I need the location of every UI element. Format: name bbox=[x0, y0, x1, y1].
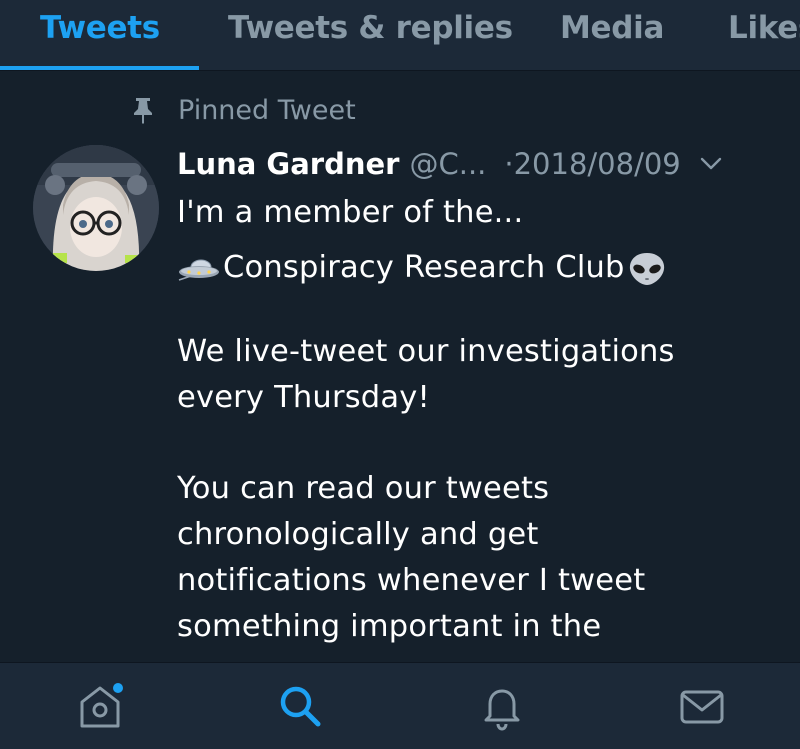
home-icon bbox=[80, 683, 123, 728]
tweet-text: I'm a member of the... Conspiracy Resear… bbox=[177, 190, 777, 650]
bell-icon bbox=[484, 689, 520, 731]
tab-likes[interactable]: Likes bbox=[728, 8, 800, 48]
pinned-indicator: Pinned Tweet bbox=[132, 92, 356, 128]
alien-emoji-icon bbox=[629, 252, 664, 285]
nav-search[interactable] bbox=[250, 663, 350, 749]
tweet-line-club: Conspiracy Research Club bbox=[177, 245, 777, 291]
tab-tweets-and-replies[interactable]: Tweets & replies bbox=[228, 8, 513, 48]
tweet-line: You can read our tweets bbox=[177, 471, 550, 506]
profile-tabs: Tweets Tweets & replies Media Likes bbox=[0, 0, 800, 71]
tweet-line: something important in the bbox=[177, 609, 602, 644]
tweet-line: We live-tweet our investigations bbox=[177, 334, 675, 369]
pinned-tweet[interactable]: Pinned Tweet Luna Gardner @C... ·2018/08… bbox=[0, 70, 800, 662]
ufo-emoji-icon bbox=[178, 259, 219, 281]
tab-media[interactable]: Media bbox=[560, 8, 664, 48]
tweet-line: notifications whenever I tweet bbox=[177, 563, 646, 598]
avatar[interactable] bbox=[33, 145, 159, 271]
author-handle[interactable]: @C... bbox=[409, 147, 486, 181]
author-name[interactable]: Luna Gardner bbox=[177, 147, 399, 181]
pin-icon bbox=[134, 98, 152, 124]
tab-tweets[interactable]: Tweets bbox=[40, 8, 160, 48]
tweet-line: every Thursday! bbox=[177, 380, 430, 415]
tweet-date[interactable]: ·2018/08/09 bbox=[504, 147, 680, 181]
tweet-line: I'm a member of the... bbox=[177, 195, 524, 230]
nav-notifications[interactable] bbox=[452, 663, 552, 749]
chevron-down-icon[interactable] bbox=[699, 156, 723, 172]
bottom-nav bbox=[0, 662, 800, 749]
search-icon bbox=[280, 686, 321, 727]
tweet-line: chronologically and get bbox=[177, 517, 539, 552]
tweet-line: Conspiracy Research Club bbox=[223, 250, 625, 285]
mail-icon bbox=[680, 690, 724, 724]
tweet-header: Luna Gardner @C... ·2018/08/09 bbox=[177, 144, 777, 184]
avatar-image bbox=[33, 145, 159, 271]
nav-home[interactable] bbox=[50, 663, 150, 749]
nav-messages[interactable] bbox=[652, 663, 752, 749]
pinned-label: Pinned Tweet bbox=[178, 94, 356, 126]
